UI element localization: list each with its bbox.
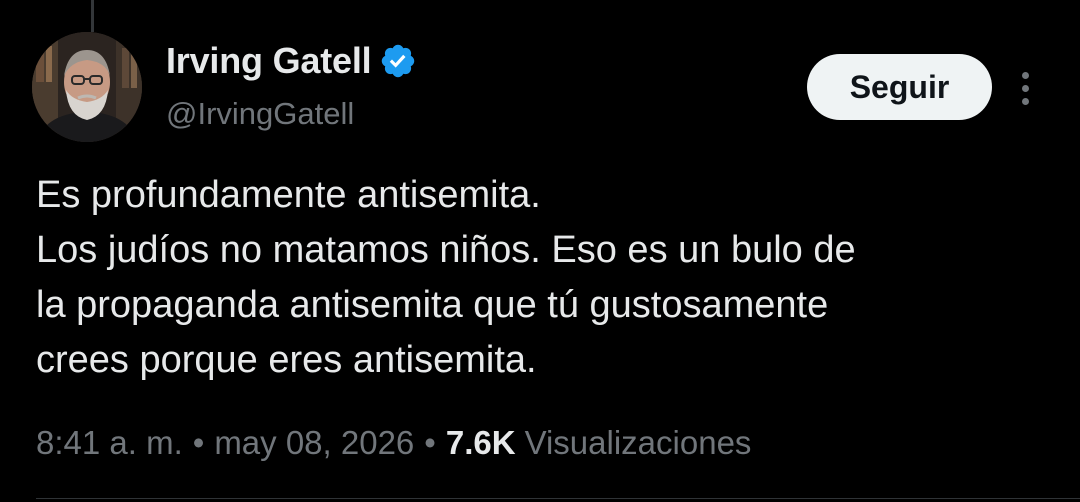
avatar[interactable]: [32, 32, 142, 142]
more-options-icon[interactable]: [1010, 66, 1040, 110]
tweet-time[interactable]: 8:41 a. m.: [36, 424, 183, 462]
views-count[interactable]: 7.6K: [446, 424, 516, 462]
divider: [36, 498, 1080, 499]
tweet-meta: 8:41 a. m. • may 08, 2026 • 7.6K Visuali…: [36, 418, 751, 468]
dot: [1021, 71, 1029, 79]
tweet-date[interactable]: may 08, 2026: [214, 424, 414, 462]
meta-separator: •: [424, 424, 436, 461]
follow-button[interactable]: Seguir: [807, 54, 992, 120]
verified-badge-icon[interactable]: [379, 42, 417, 80]
author-name-row: Irving Gatell: [166, 36, 417, 86]
tweet-line: Es profundamente antisemita.: [36, 174, 541, 216]
thread-connector-line: [91, 0, 94, 32]
dot: [1021, 84, 1029, 92]
author-handle[interactable]: @IrvingGatell: [166, 96, 354, 132]
views-label[interactable]: Visualizaciones: [525, 424, 752, 462]
avatar-photo: [32, 32, 142, 142]
tweet-line: la propaganda antisemita que tú gustosam…: [36, 284, 829, 326]
tweet-line: crees porque eres antisemita.: [36, 339, 537, 381]
dot: [1021, 97, 1029, 105]
meta-separator: •: [192, 424, 205, 461]
author-display-name[interactable]: Irving Gatell: [166, 40, 372, 82]
tweet-text: Es profundamente antisemita. Los judíos …: [36, 168, 1066, 388]
tweet-line: Los judíos no matamos niños. Eso es un b…: [36, 229, 856, 271]
